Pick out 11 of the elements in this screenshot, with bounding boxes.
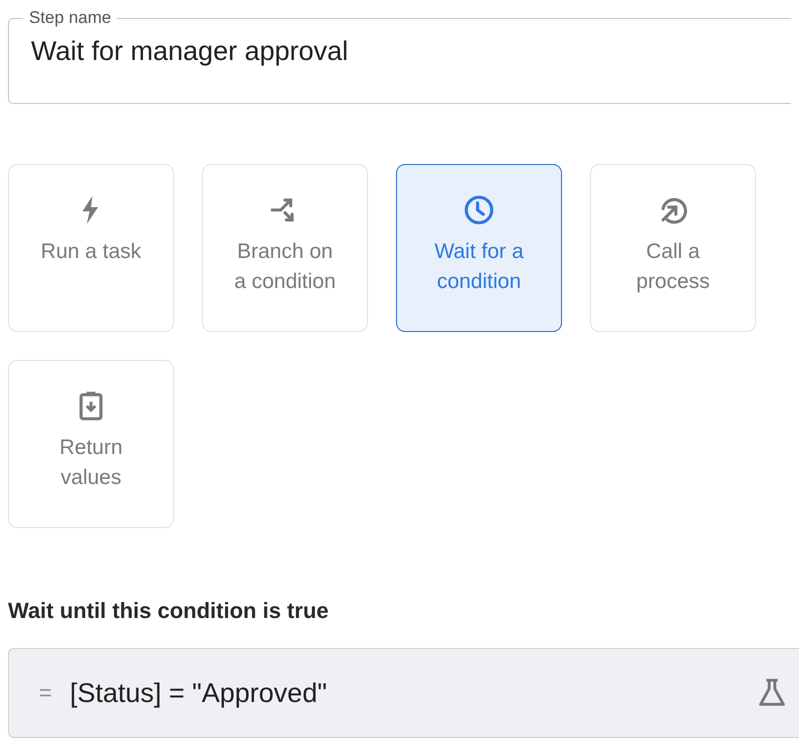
clock-icon: [462, 193, 496, 227]
step-type-card[interactable]: Wait for a condition: [396, 164, 562, 332]
step-type-card[interactable]: Branch on a condition: [202, 164, 368, 332]
step-type-card[interactable]: Return values: [8, 360, 174, 528]
step-type-card[interactable]: Call a process: [590, 164, 756, 332]
step-name-field[interactable]: Step name Wait for manager approval: [8, 8, 791, 104]
expression-field[interactable]: = [Status] = "Approved": [8, 648, 799, 738]
equals-sign: =: [39, 680, 52, 706]
field-label: Step name: [28, 8, 112, 28]
section-heading: Wait until this condition is true: [8, 598, 330, 624]
step-type-card[interactable]: Run a task: [8, 164, 174, 332]
